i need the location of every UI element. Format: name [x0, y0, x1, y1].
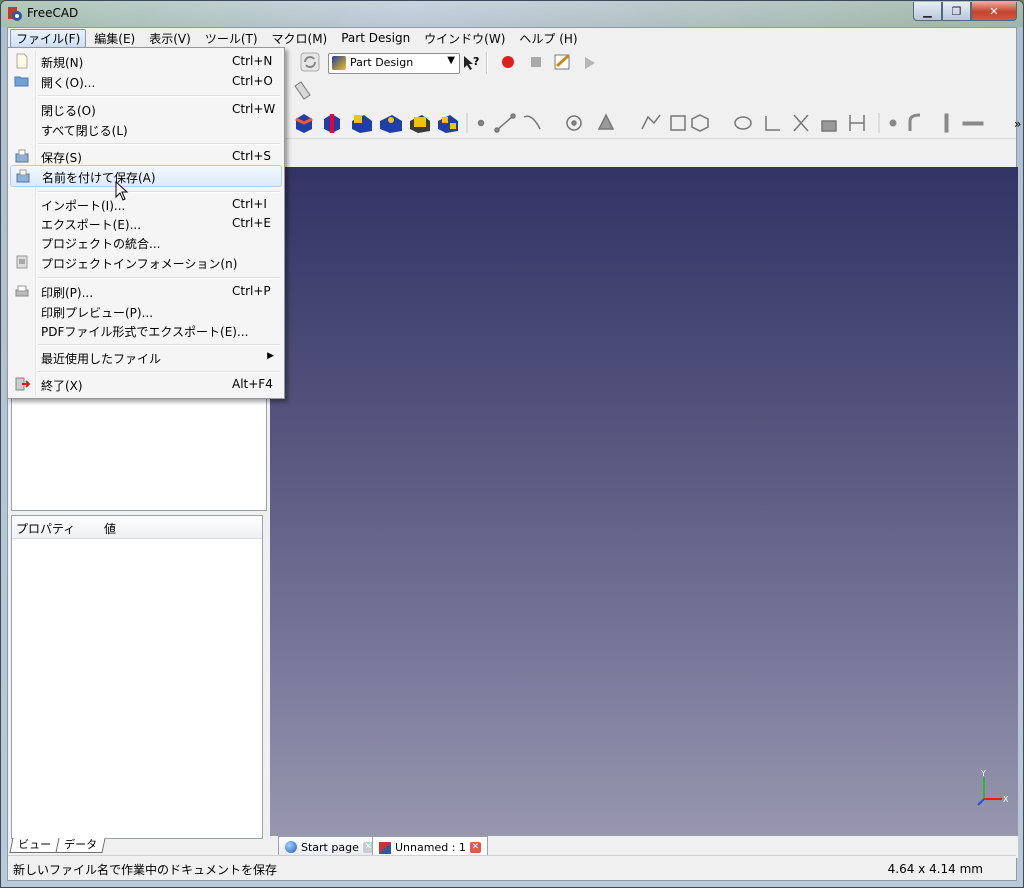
menu-item-exit[interactable]: 終了(X) Alt+F4	[10, 374, 282, 394]
menu-edit[interactable]: 編集(E)	[88, 29, 141, 48]
close-button[interactable]: ✕	[971, 2, 1017, 21]
new-file-icon	[16, 53, 28, 69]
menu-item-new[interactable]: 新規(N) Ctrl+N	[10, 51, 282, 71]
status-message: 新しいファイル名で作業中のドキュメントを保存	[13, 863, 278, 877]
print-icon	[15, 285, 29, 297]
window-title: FreeCAD	[27, 6, 79, 20]
menu-item-close[interactable]: 閉じる(O) Ctrl+W	[10, 99, 282, 119]
minimize-button[interactable]: ▁	[913, 2, 942, 21]
menu-separator	[38, 344, 280, 346]
menu-item-import[interactable]: インポート(I)... Ctrl+I	[10, 194, 282, 214]
close-icon[interactable]: ✕	[469, 842, 481, 853]
workbench-selector[interactable]: Part Design ▼	[328, 53, 460, 74]
menu-separator	[38, 143, 280, 145]
status-bar: 新しいファイル名で作業中のドキュメントを保存 4.64 x 4.14 mm	[8, 855, 1016, 880]
menu-item-recent-files[interactable]: 最近使用したファイル ▶	[10, 347, 282, 367]
property-header: プロパティ 値	[12, 516, 262, 539]
svg-text:?: ?	[473, 55, 479, 68]
3d-viewport[interactable]: Y X	[270, 167, 1018, 836]
status-dimensions: 4.64 x 4.14 mm	[887, 862, 983, 876]
menu-item-print-preview[interactable]: 印刷プレビュー(P)...	[10, 301, 282, 321]
maximize-button[interactable]: ❐	[942, 2, 971, 21]
part-design-tools-icon[interactable]: »	[294, 111, 1024, 135]
measure-icon[interactable]	[292, 80, 312, 100]
globe-icon	[285, 841, 297, 853]
menu-separator	[38, 277, 280, 279]
menu-separator	[38, 95, 280, 97]
mouse-cursor-icon	[115, 181, 129, 201]
menu-macro[interactable]: マクロ(M)	[266, 29, 334, 48]
tab-view[interactable]: ビュー	[9, 838, 60, 853]
menu-item-merge-project[interactable]: プロジェクトの統合...	[10, 232, 282, 252]
menu-tools[interactable]: ツール(T)	[199, 29, 264, 48]
menu-view[interactable]: 表示(V)	[143, 29, 197, 48]
tab-start-page-label: Start page	[301, 840, 359, 854]
menu-part-design[interactable]: Part Design	[335, 30, 416, 46]
minimize-icon: ▁	[923, 4, 932, 18]
property-tabs: ビュー データ	[9, 838, 106, 854]
workbench-selected-label: Part Design	[350, 56, 414, 69]
property-panel[interactable]: プロパティ 値	[11, 515, 263, 839]
part-design-icon	[332, 56, 346, 70]
axis-cross-icon: Y X	[977, 769, 1009, 806]
tab-data[interactable]: データ	[55, 838, 106, 853]
refresh-icon[interactable]	[300, 52, 320, 72]
open-folder-icon	[14, 76, 29, 87]
menu-file[interactable]: ファイル(F)	[10, 28, 87, 48]
axis-x-label: X	[1003, 795, 1009, 804]
toolbar-separator	[486, 52, 488, 74]
menu-item-save-as[interactable]: 名前を付けて保存(A)	[10, 165, 282, 187]
axis-y-label: Y	[980, 769, 986, 778]
menu-separator	[38, 371, 280, 373]
menu-item-open[interactable]: 開く(O)... Ctrl+O	[10, 71, 282, 91]
chevron-down-icon: ▼	[447, 55, 455, 66]
value-column-header[interactable]: 値	[104, 520, 116, 537]
tab-unnamed-label: Unnamed : 1	[395, 841, 466, 854]
macro-record-icon[interactable]	[500, 54, 520, 74]
menu-separator	[38, 191, 280, 193]
freecad-logo-icon	[8, 7, 22, 21]
restore-icon: ❐	[951, 4, 962, 18]
menu-item-export[interactable]: エクスポート(E)... Ctrl+E	[10, 213, 282, 233]
menu-help[interactable]: ヘルプ (H)	[513, 29, 583, 48]
exit-icon	[15, 377, 30, 391]
menu-item-export-pdf[interactable]: PDFファイル形式でエクスポート(E)...	[10, 320, 282, 340]
property-column-header[interactable]: プロパティ	[16, 520, 75, 537]
whats-this-icon[interactable]: ?	[461, 53, 481, 73]
menu-bar: ファイル(F) 編集(E) 表示(V) ツール(T) マクロ(M) Part D…	[8, 28, 1016, 48]
save-icon	[15, 149, 29, 163]
macro-play-icon[interactable]	[581, 54, 601, 74]
title-bar[interactable]: FreeCAD ▁ ❐ ✕	[1, 1, 1023, 27]
freecad-doc-icon	[379, 841, 391, 854]
save-as-icon	[16, 169, 30, 183]
project-info-icon	[16, 255, 28, 269]
close-icon: ✕	[989, 4, 999, 18]
file-menu-dropdown: 新規(N) Ctrl+N 開く(O)... Ctrl+O 閉じる(O) Ctrl…	[7, 47, 285, 399]
submenu-arrow-icon: ▶	[267, 351, 274, 361]
svg-text:»: »	[1014, 117, 1021, 131]
macro-stop-icon[interactable]	[528, 54, 548, 74]
menu-window[interactable]: ウインドウ(W)	[418, 29, 511, 48]
menu-item-print[interactable]: 印刷(P)... Ctrl+P	[10, 281, 282, 301]
freecad-window: FreeCAD ▁ ❐ ✕ ファイル(F) 編集(E) 表示(V) ツール(T)…	[0, 0, 1024, 888]
menu-item-close-all[interactable]: すべて閉じる(L)	[10, 119, 282, 139]
menu-item-project-info[interactable]: プロジェクトインフォメーション(n)	[10, 252, 282, 272]
menu-item-save[interactable]: 保存(S) Ctrl+S	[10, 146, 282, 166]
macro-edit-icon[interactable]	[553, 52, 573, 72]
